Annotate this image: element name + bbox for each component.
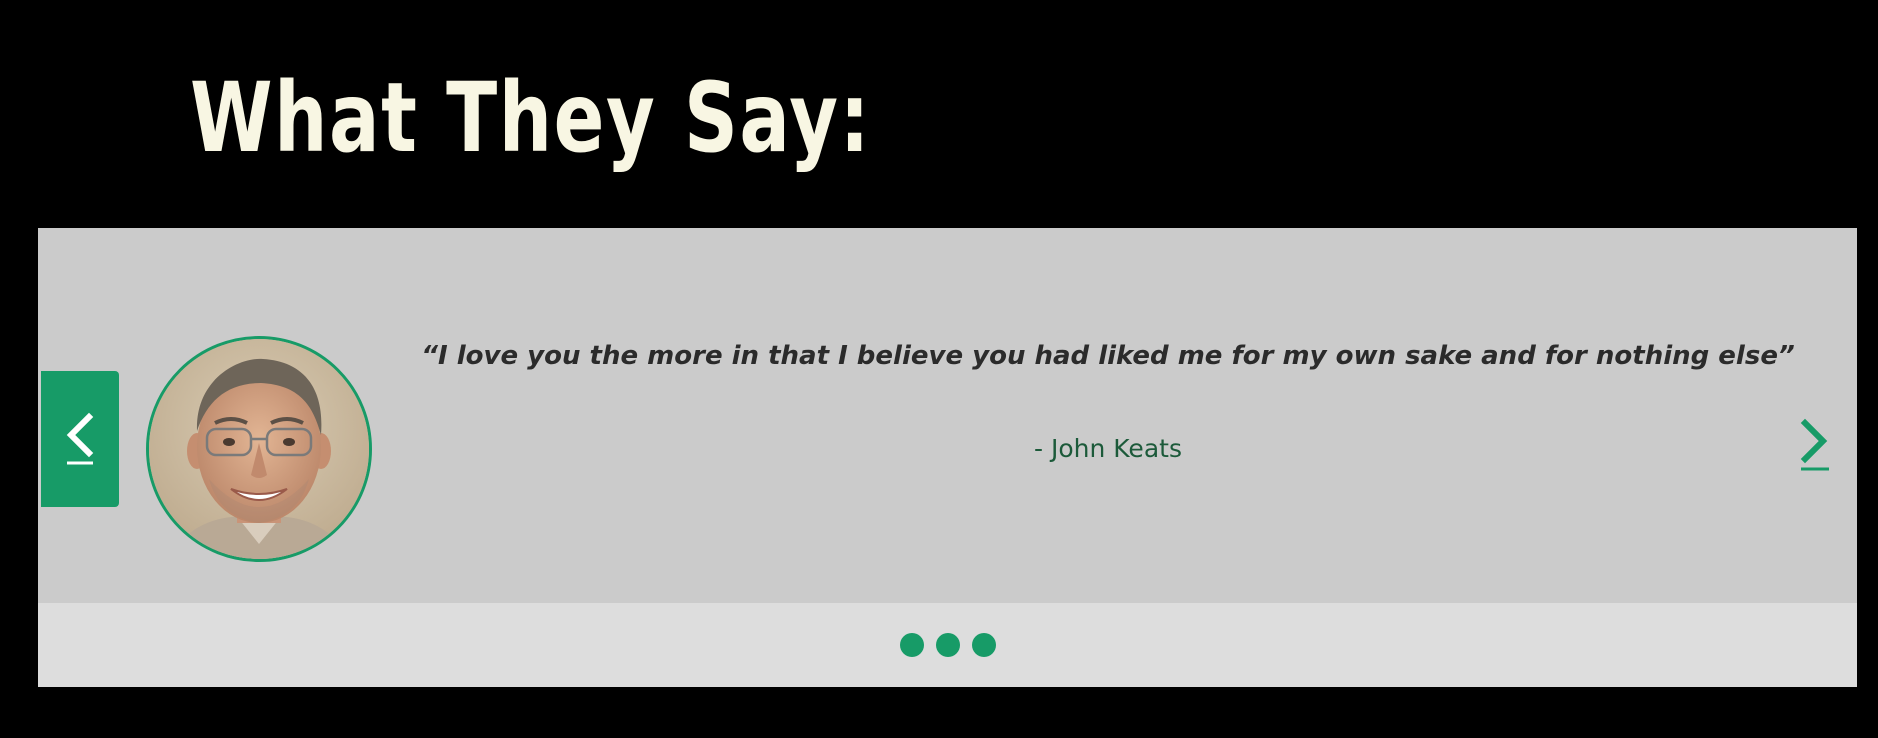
pagination-dot-1[interactable] [899,633,924,657]
chevron-right-icon [1797,417,1831,473]
section-heading: What They Say: [190,62,872,174]
next-slide-button[interactable] [1794,414,1834,476]
avatar [146,336,372,562]
pagination-dots [38,603,1857,687]
chevron-left-icon [63,411,97,467]
testimonial-slide: “I love you the more in that I believe y… [38,228,1857,603]
pagination-dot-2[interactable] [935,633,960,657]
testimonial-carousel: “I love you the more in that I believe y… [38,228,1857,687]
testimonials-page: What They Say: “I love you the more in t… [0,0,1878,738]
testimonial-quote: “I love you the more in that I believe y… [421,341,1795,371]
pagination-bar [38,603,1857,687]
testimonial-author: - John Keats [1034,434,1182,463]
avatar-portrait [149,339,369,559]
previous-slide-button[interactable] [41,371,119,507]
pagination-dot-3[interactable] [971,633,996,657]
